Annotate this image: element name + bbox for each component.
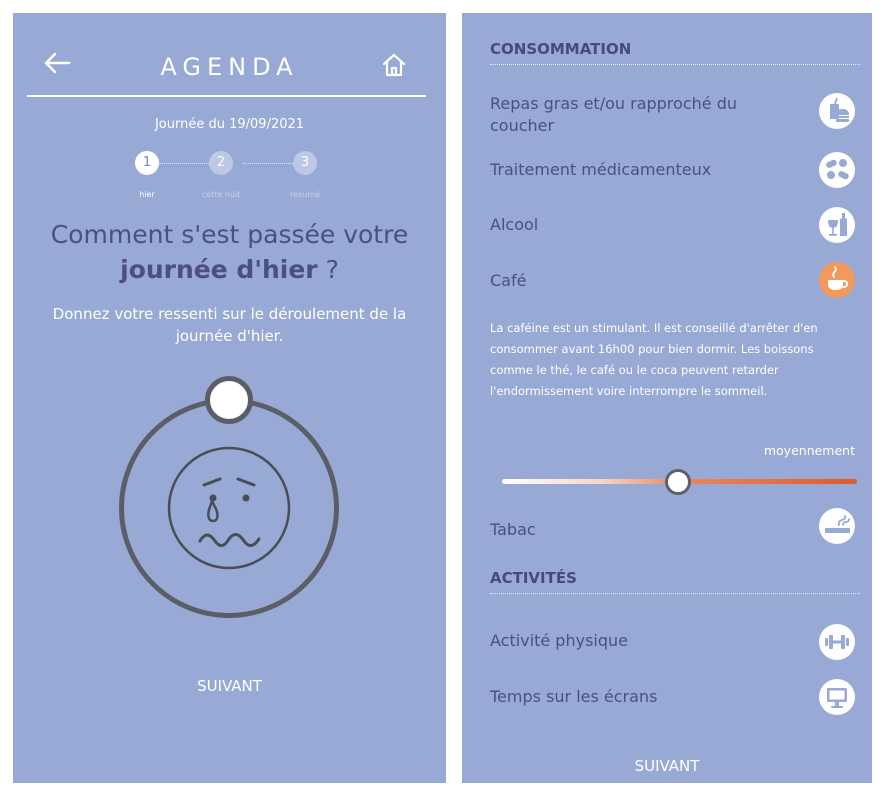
section-title-activities: ACTIVITÉS — [490, 569, 577, 587]
coffee-level-label: moyennement — [763, 443, 855, 458]
fatty-meal-toggle[interactable] — [819, 93, 855, 129]
alcohol-icon — [828, 213, 847, 236]
step-1-label: hier — [139, 190, 155, 199]
item-label-physical-activity: Activité physique — [490, 631, 628, 650]
item-label-tobacco: Tabac — [490, 520, 536, 539]
screen-time-toggle[interactable] — [819, 679, 855, 715]
dumbbell-icon — [825, 635, 849, 649]
item-label-alcohol: Alcool — [490, 215, 539, 234]
question-line-1: Comment s'est passée votre — [50, 220, 409, 249]
step-connector — [159, 163, 209, 164]
cigarette-icon — [825, 515, 850, 533]
next-button[interactable]: SUIVANT — [462, 757, 872, 775]
step-2[interactable]: 2 — [209, 151, 233, 175]
medication-toggle[interactable] — [819, 152, 855, 188]
item-label-medication: Traitement médicamenteux — [490, 160, 712, 179]
section-divider — [490, 593, 860, 594]
step-2-label: cette nuit — [201, 190, 241, 199]
step-1[interactable]: 1 — [135, 151, 159, 175]
fast-food-icon — [830, 97, 849, 122]
header-divider — [27, 95, 426, 97]
item-label-coffee: Café — [490, 271, 527, 290]
item-label-fatty-meal: Repas gras et/ou rapproché du coucher — [490, 94, 737, 135]
question-end: ? — [317, 255, 339, 284]
coffee-toggle[interactable] — [819, 262, 855, 298]
mood-dial-knob[interactable] — [205, 376, 253, 424]
section-divider — [490, 64, 860, 65]
date-label: Journée du 19/09/2021 — [154, 117, 305, 132]
step-connector — [243, 163, 293, 164]
section-title-consumption: CONSOMMATION — [490, 40, 632, 58]
next-button[interactable]: SUIVANT — [13, 677, 446, 695]
consumption-screen: CONSOMMATION Repas gras et/ou rapproché … — [462, 13, 872, 783]
coffee-level-slider-thumb[interactable] — [665, 469, 691, 495]
physical-activity-toggle[interactable] — [819, 624, 855, 660]
item-label-screen-time: Temps sur les écrans — [490, 687, 658, 706]
caffeine-info: La caféine est un stimulant. Il est cons… — [490, 321, 818, 398]
home-icon — [382, 53, 406, 77]
agenda-day-screen: AGENDA Journée du 19/09/2021 1 2 3 hier … — [13, 13, 446, 783]
tobacco-toggle[interactable] — [819, 508, 855, 544]
monitor-icon — [827, 688, 847, 708]
coffee-icon — [828, 266, 849, 290]
home-button[interactable] — [380, 51, 408, 79]
crying-face-icon — [167, 446, 291, 570]
question-emphasis: journée d'hier — [120, 255, 318, 284]
pills-icon — [826, 159, 849, 180]
question-heading: Comment s'est passée votre journée d'hie… — [13, 217, 446, 287]
question-instructions: Donnez votre ressenti sur le déroulement… — [52, 305, 407, 345]
step-3-label: résumé — [290, 190, 320, 199]
step-3[interactable]: 3 — [293, 151, 317, 175]
alcohol-toggle[interactable] — [819, 207, 855, 243]
